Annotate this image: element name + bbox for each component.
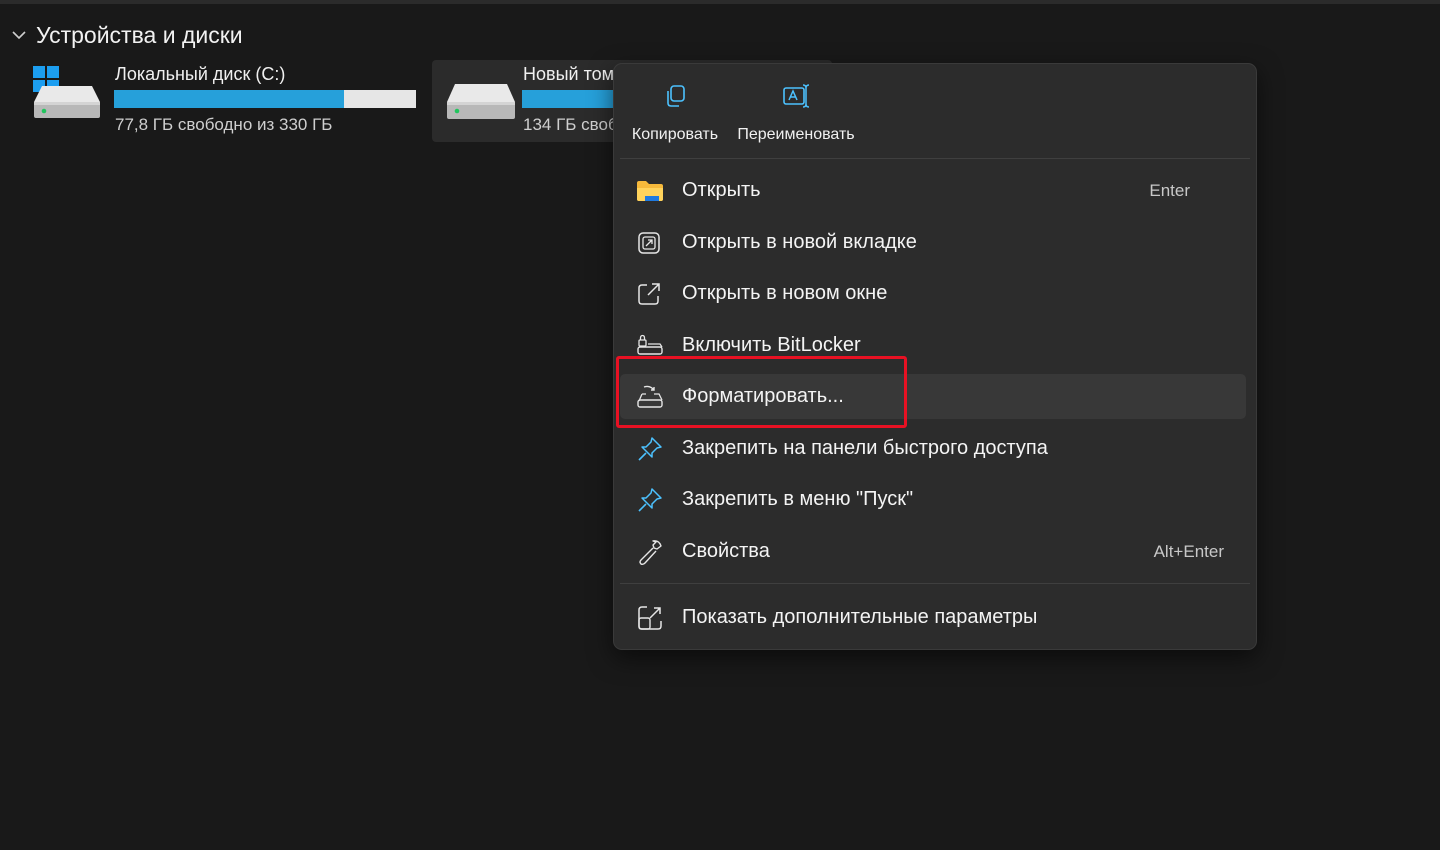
section-title: Устройства и диски <box>36 21 243 48</box>
menu-item-shortcut: Alt+Enter <box>1153 541 1224 561</box>
drive-free-space: 77,8 ГБ свободно из 330 ГБ <box>115 115 333 134</box>
menu-item-label: Закрепить в меню "Пуск" <box>682 488 914 510</box>
quick-actions-bar: Копировать Переименовать <box>614 64 1256 158</box>
menu-item-label: Свойства <box>682 540 770 562</box>
menu-item-open-new-tab[interactable]: Открыть в новой вкладке <box>620 220 1246 265</box>
copy-label: Копировать <box>631 126 719 143</box>
pin-icon <box>636 486 672 514</box>
menu-item-format[interactable]: Форматировать... <box>620 374 1246 419</box>
menu-separator <box>620 158 1250 159</box>
context-menu: Копировать Переименовать Открыть Enter О… <box>613 63 1257 650</box>
pin-icon <box>636 435 672 463</box>
menu-item-open-new-window[interactable]: Открыть в новом окне <box>620 271 1246 316</box>
menu-item-label: Открыть в новом окне <box>682 282 888 304</box>
menu-item-properties[interactable]: Свойства Alt+Enter <box>620 529 1246 574</box>
drive-name: Новый том <box>523 64 614 84</box>
bitlocker-icon <box>636 333 672 359</box>
menu-item-pin-start[interactable]: Закрепить в меню "Пуск" <box>620 477 1246 522</box>
copy-button[interactable]: Копировать <box>619 72 731 144</box>
menu-item-bitlocker[interactable]: Включить BitLocker <box>620 323 1246 368</box>
menu-item-label: Закрепить на панели быстрого доступа <box>682 437 1048 459</box>
menu-item-label: Открыть <box>682 179 761 201</box>
copy-icon <box>662 72 688 120</box>
rename-button[interactable]: Переименовать <box>726 72 866 144</box>
rename-icon <box>781 72 811 120</box>
drive-free-space: 134 ГБ своб <box>523 115 618 134</box>
new-tab-icon <box>636 230 672 256</box>
drive-icon <box>446 82 516 127</box>
new-window-icon <box>636 281 672 307</box>
window-top-border <box>0 0 1440 4</box>
drive-name: Локальный диск (C:) <box>115 64 286 84</box>
more-options-icon <box>636 604 672 632</box>
windows-drive-icon <box>30 64 102 127</box>
rename-label: Переименовать <box>737 126 855 143</box>
menu-item-pin-quick-access[interactable]: Закрепить на панели быстрого доступа <box>620 426 1246 471</box>
menu-separator <box>620 583 1250 584</box>
menu-item-label: Показать дополнительные параметры <box>682 606 1038 628</box>
usage-bar-fill <box>114 90 344 108</box>
section-header[interactable]: Устройства и диски <box>10 20 243 50</box>
folder-icon <box>636 179 672 203</box>
menu-item-shortcut: Enter <box>1149 180 1190 200</box>
usage-bar <box>114 90 416 108</box>
chevron-down-icon[interactable] <box>10 26 28 44</box>
menu-item-label: Форматировать... <box>682 385 844 407</box>
menu-item-open[interactable]: Открыть Enter <box>620 168 1246 213</box>
wrench-icon <box>636 538 672 566</box>
format-icon <box>636 384 672 410</box>
menu-item-label: Открыть в новой вкладке <box>682 231 917 253</box>
menu-item-label: Включить BitLocker <box>682 334 861 356</box>
menu-item-show-more-options[interactable]: Показать дополнительные параметры <box>620 595 1246 640</box>
drive-tile-c[interactable]: Локальный диск (C:) 77,8 ГБ свободно из … <box>18 60 424 142</box>
